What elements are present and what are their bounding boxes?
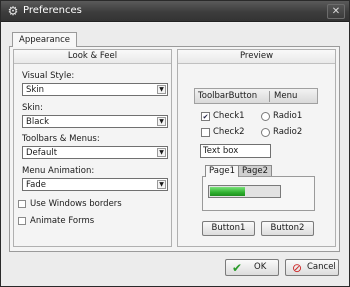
- skin-select[interactable]: Black ▼: [22, 115, 168, 128]
- menu-animation-value: Fade: [26, 180, 46, 190]
- dialog-content: Appearance Look & Feel Visual Style: Ski…: [1, 23, 349, 286]
- check2-checkbox[interactable]: [201, 128, 210, 137]
- radio1-button[interactable]: [261, 112, 270, 121]
- toolbars-menus-select[interactable]: Default ▼: [22, 146, 168, 159]
- toolbar-separator: [269, 91, 270, 102]
- use-windows-borders-checkbox[interactable]: [18, 200, 26, 208]
- chevron-down-icon[interactable]: ▼: [157, 148, 166, 157]
- menu-animation-select[interactable]: Fade ▼: [22, 178, 168, 191]
- ok-button[interactable]: ✔ OK: [225, 259, 279, 276]
- progress-bar: [208, 185, 281, 198]
- skin-value: Black: [26, 117, 49, 127]
- checkmark-icon: ✔: [231, 261, 243, 275]
- check2-label: Check2: [213, 127, 245, 137]
- ok-label: OK: [254, 262, 267, 272]
- preview-panel: Preview ToolbarButton Menu ✔ Check1 Radi…: [177, 49, 336, 247]
- button2[interactable]: Button2: [261, 221, 314, 236]
- gear-icon: ⚙: [7, 4, 19, 18]
- menu-animation-label: Menu Animation:: [22, 166, 95, 176]
- visual-style-value: Skin: [26, 85, 45, 95]
- radio1-label: Radio1: [273, 111, 303, 121]
- look-and-feel-panel: Look & Feel Visual Style: Skin ▼ Skin: B…: [13, 49, 172, 247]
- skin-label: Skin:: [22, 103, 43, 113]
- preview-text-box[interactable]: Text box: [200, 144, 271, 158]
- title-bar[interactable]: ⚙ Preferences ✕: [1, 1, 349, 22]
- check1-checkbox[interactable]: ✔: [201, 112, 210, 121]
- visual-style-label: Visual Style:: [22, 71, 75, 81]
- chevron-down-icon[interactable]: ▼: [157, 117, 166, 126]
- animate-forms-checkbox[interactable]: [18, 217, 26, 225]
- toolbar-button[interactable]: ToolbarButton: [198, 90, 257, 103]
- use-windows-borders-label: Use Windows borders: [30, 199, 122, 209]
- check1-label: Check1: [213, 111, 245, 121]
- cancel-icon: ⊘: [291, 261, 303, 275]
- progress-fill: [210, 187, 245, 196]
- window-title: Preferences: [23, 5, 82, 16]
- chevron-down-icon[interactable]: ▼: [157, 85, 166, 94]
- cancel-label: Cancel: [307, 262, 336, 272]
- tab-page1[interactable]: Page1: [205, 165, 239, 177]
- appearance-tab-page: Look & Feel Visual Style: Skin ▼ Skin: B…: [9, 46, 340, 252]
- animate-forms-label: Animate Forms: [30, 216, 95, 226]
- visual-style-select[interactable]: Skin ▼: [22, 83, 168, 96]
- toolbars-menus-label: Toolbars & Menus:: [22, 134, 100, 144]
- toolbars-menus-value: Default: [26, 148, 58, 158]
- tab-appearance[interactable]: Appearance: [12, 32, 78, 47]
- preview-header: Preview: [178, 50, 335, 64]
- toolbar-menu[interactable]: Menu: [274, 90, 297, 103]
- preview-toolbar: ToolbarButton Menu: [194, 88, 318, 104]
- preferences-window: ⚙ Preferences ✕ Appearance Look & Feel V…: [0, 0, 350, 287]
- radio2-label: Radio2: [273, 127, 303, 137]
- cancel-button[interactable]: ⊘ Cancel: [285, 259, 339, 276]
- button1[interactable]: Button1: [202, 221, 255, 236]
- preview-tab-page: [202, 176, 315, 211]
- close-button[interactable]: ✕: [327, 4, 345, 19]
- chevron-down-icon[interactable]: ▼: [157, 180, 166, 189]
- radio2-button[interactable]: [261, 128, 270, 137]
- look-and-feel-header: Look & Feel: [14, 50, 171, 64]
